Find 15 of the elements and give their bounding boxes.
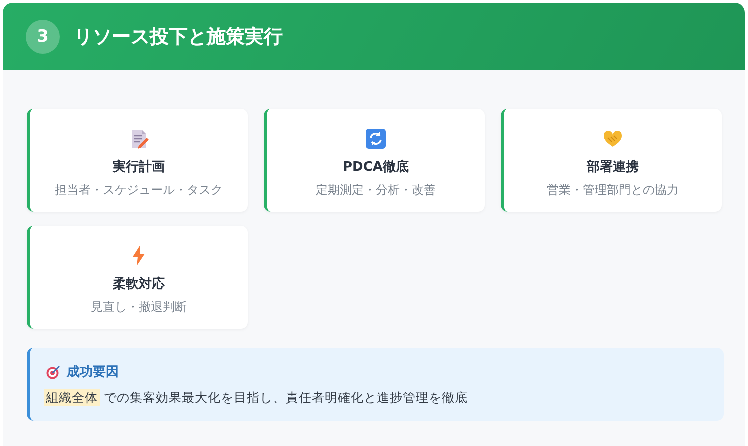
step-number-badge: 3 — [26, 20, 60, 54]
card-subtitle: 見直し・撤退判断 — [91, 299, 187, 316]
card-title: PDCA徹底 — [343, 158, 409, 176]
section-title: リソース投下と施策実行 — [74, 24, 283, 50]
card-title: 実行計画 — [113, 158, 165, 176]
memo-icon — [129, 129, 149, 149]
target-icon — [46, 364, 61, 380]
card-subtitle: 担当者・スケジュール・タスク — [55, 182, 223, 199]
card-title: 部署連携 — [587, 158, 639, 176]
card-title: 柔軟対応 — [113, 276, 165, 293]
card-subtitle: 定期測定・分析・改善 — [316, 182, 436, 199]
callout-text: 組織全体 での集客効果最大化を目指し、責任者明確化と進捗管理を徹底 — [44, 390, 469, 407]
callout-title: 成功要因 — [67, 364, 119, 381]
refresh-icon — [366, 129, 386, 149]
card-subtitle: 営業・管理部門との協力 — [547, 182, 679, 199]
